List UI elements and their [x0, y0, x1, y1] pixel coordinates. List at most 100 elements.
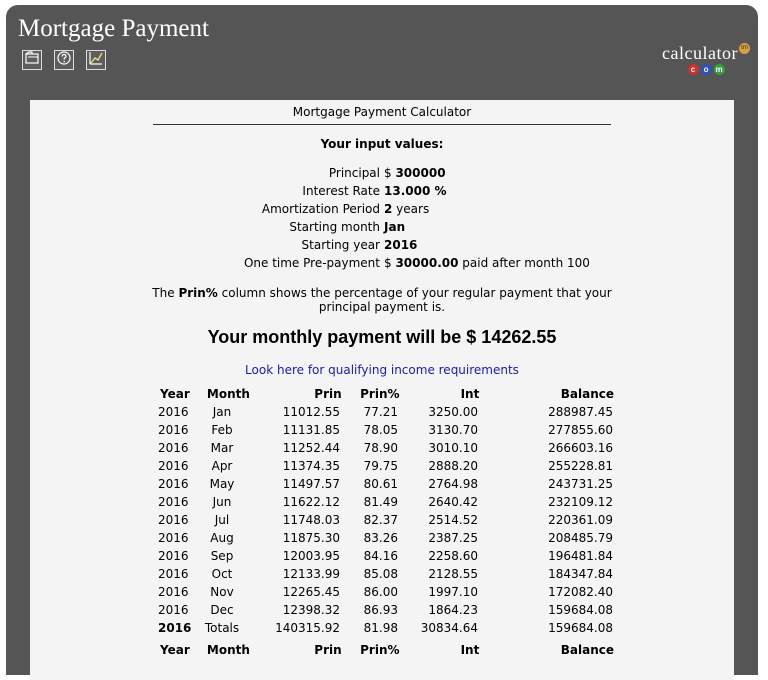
cell-year: 2016 [158, 567, 189, 581]
cell-int: 2764.98 [428, 477, 478, 491]
header-month: Month [206, 387, 250, 401]
cell-month: Nov [210, 585, 234, 599]
table-row: 2016 Sep 12003.95 84.16 2258.60 196481.84 [158, 549, 614, 567]
cell-prin-pct: 78.05 [363, 423, 398, 437]
cell-balance: 243731.25 [548, 477, 613, 491]
logo-dots: c o m [662, 64, 750, 75]
header-month: Month [206, 643, 250, 657]
input-value: Jan [384, 220, 406, 234]
cell-balance: 159684.08 [548, 603, 613, 617]
cell-year: 2016 [158, 495, 189, 509]
table-row: 2016 Dec 12398.32 86.93 1864.23 159684.08 [158, 603, 614, 621]
table-row: 2016 Apr 11374.35 79.75 2888.20 255228.81 [158, 459, 614, 477]
cell-prin-pct: 86.93 [363, 603, 398, 617]
cell-prin: 12003.95 [282, 549, 340, 563]
cell-prin-pct: 83.26 [363, 531, 398, 545]
total-prin-pct: 81.98 [363, 621, 398, 635]
header-int: Int [460, 387, 480, 401]
table-row: 2016 Mar 11252.44 78.90 3010.10 266603.16 [158, 441, 614, 459]
cell-balance: 232109.12 [548, 495, 613, 509]
header-balance: Balance [560, 643, 614, 657]
table-row: 2016 Jun 11622.12 81.49 2640.42 232109.12 [158, 495, 614, 513]
cell-year: 2016 [158, 441, 189, 455]
folder-icon [25, 50, 39, 70]
chart-icon [89, 51, 103, 70]
note-text-after: column shows the percentage of your regu… [217, 286, 612, 314]
header-balance: Balance [560, 387, 614, 401]
table-row: 2016 Jan 11012.55 77.21 3250.00 288987.45 [158, 405, 614, 423]
cell-balance: 208485.79 [548, 531, 613, 545]
cell-month: Jun [212, 495, 232, 509]
cell-month: May [209, 477, 235, 491]
cell-prin: 11622.12 [282, 495, 340, 509]
header-prin: Prin [314, 643, 342, 657]
cell-year: 2016 [158, 477, 189, 491]
input-value: 13.000 % [384, 184, 447, 198]
note-bold: Prin% [178, 286, 218, 300]
cell-year: 2016 [158, 459, 189, 473]
cell-prin-pct: 77.21 [363, 405, 398, 419]
cell-prin: 12133.99 [282, 567, 340, 581]
cell-prin: 12398.32 [282, 603, 340, 617]
input-values: Principal $ 300000 Interest Rate 13.000 … [30, 166, 734, 274]
help-button[interactable] [54, 50, 74, 70]
input-row-starting-month: Starting month Jan [30, 220, 734, 238]
cell-int: 1997.10 [428, 585, 478, 599]
cell-int: 2514.52 [428, 513, 478, 527]
cell-month: Oct [211, 567, 233, 581]
cell-year: 2016 [158, 531, 189, 545]
cell-balance: 220361.09 [548, 513, 613, 527]
cell-month: Mar [210, 441, 234, 455]
input-suffix: years [392, 202, 430, 216]
input-value: 300000 [395, 166, 446, 180]
input-prefix: $ [384, 166, 396, 180]
cell-prin-pct: 80.61 [363, 477, 398, 491]
cell-int: 2387.25 [428, 531, 478, 545]
total-int: 30834.64 [420, 621, 478, 635]
monthly-payment-result: Your monthly payment will be $ 14262.55 [207, 327, 557, 347]
prin-pct-note: The Prin% column shows the percentage of… [140, 286, 624, 314]
input-label: Amortization Period [261, 202, 380, 216]
cell-int: 1864.23 [428, 603, 478, 617]
cell-month: Apr [211, 459, 233, 473]
cell-month: Aug [210, 531, 234, 545]
total-year: 2016 [158, 621, 192, 635]
table-row: 2016 Jul 11748.03 82.37 2514.52 220361.09 [158, 513, 614, 531]
cell-prin: 11748.03 [282, 513, 340, 527]
cell-prin-pct: 79.75 [363, 459, 398, 473]
folder-button[interactable] [22, 50, 42, 70]
cell-year: 2016 [158, 585, 189, 599]
cell-balance: 277855.60 [548, 423, 613, 437]
cell-month: Jan [212, 405, 232, 419]
table-row: 2016 Nov 12265.45 86.00 1997.10 172082.40 [158, 585, 614, 603]
calculator-logo[interactable]: calculator tm c o m [662, 43, 750, 75]
help-icon [57, 50, 71, 70]
input-value: 30000.00 [395, 256, 459, 270]
input-suffix: paid after month 100 [458, 256, 590, 270]
cell-year: 2016 [158, 549, 189, 563]
qualifying-income-link[interactable]: Look here for qualifying income requirem… [30, 363, 734, 377]
cell-prin: 11497.57 [282, 477, 340, 491]
input-row-starting-year: Starting year 2016 [30, 238, 734, 256]
toolbar [22, 50, 118, 70]
input-row-principal: Principal $ 300000 [30, 166, 734, 184]
cell-int: 2128.55 [428, 567, 478, 581]
note-text-before: The [152, 286, 179, 300]
cell-prin-pct: 78.90 [363, 441, 398, 455]
cell-month: Dec [210, 603, 234, 617]
header-prin-pct: Prin% [360, 387, 400, 401]
header-year: Year [160, 387, 190, 401]
logo-dot-c: c [687, 64, 699, 75]
input-value: 2016 [384, 238, 418, 252]
chart-button[interactable] [86, 50, 106, 70]
window-title: Mortgage Payment [18, 15, 209, 42]
cell-int: 2888.20 [428, 459, 478, 473]
amortization-table: Year Month Prin Prin% Int Balance 2016 Ja… [158, 387, 614, 661]
logo-dot-m: m [713, 64, 725, 75]
input-label: One time Pre-payment [243, 256, 380, 270]
cell-prin: 11875.30 [282, 531, 340, 545]
cell-int: 3130.70 [428, 423, 478, 437]
cell-month: Sep [210, 549, 234, 563]
cell-prin-pct: 86.00 [363, 585, 398, 599]
calculator-title: Mortgage Payment Calculator [153, 105, 611, 125]
